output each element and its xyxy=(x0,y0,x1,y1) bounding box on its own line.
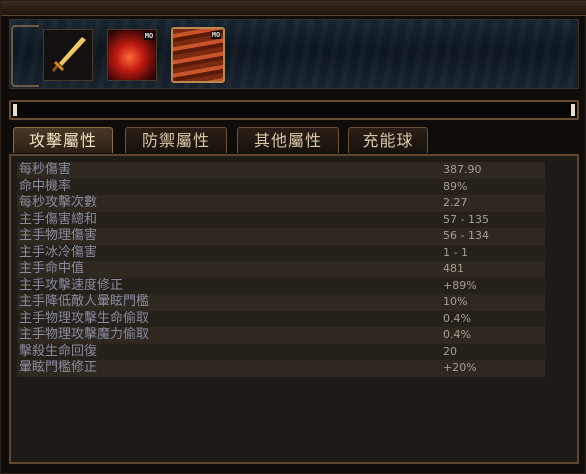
stat-value: 2.27 xyxy=(443,196,468,209)
gem-socket-bar xyxy=(9,100,579,120)
window-top-rim xyxy=(1,1,586,16)
stat-row: 每秒攻擊次數 2.27 xyxy=(17,195,545,212)
stat-label: 主手物理攻擊生命偷取 xyxy=(19,310,150,326)
stat-label: 主手物理攻擊魔力偷取 xyxy=(19,327,150,342)
stat-row: 擊殺生命回復 20 xyxy=(17,343,545,360)
mo-badge: MO xyxy=(144,32,154,40)
character-stats-window: MO MO 攻擊屬性 防禦屬性 其他屬性 充能球 每秒傷害 387.90 命中機率… xyxy=(0,0,586,474)
stat-label: 主手傷害總和 xyxy=(19,211,98,227)
sword-skill-icon[interactable] xyxy=(43,29,93,81)
gem-bar-right-cap xyxy=(571,104,575,116)
stat-row: 每秒傷害 387.90 xyxy=(17,162,545,179)
stat-label: 主手命中值 xyxy=(19,261,85,276)
stat-label: 主手攻擊速度修正 xyxy=(19,277,124,293)
stat-row: 主手命中值 481 xyxy=(17,261,545,278)
stat-value: +89% xyxy=(443,278,477,292)
stat-label: 擊殺生命回復 xyxy=(19,343,98,359)
stat-label: 主手冰冷傷害 xyxy=(19,244,98,260)
stat-value: 89% xyxy=(443,179,468,193)
stat-row: 主手冰冷傷害 1 - 1 xyxy=(17,244,545,261)
stat-value: 10% xyxy=(443,295,468,308)
gem-bar-left-cap xyxy=(13,104,17,116)
stat-row: 主手物理攻擊生命偷取 0.4% xyxy=(17,310,545,327)
stat-row: 命中機率 89% xyxy=(17,178,545,195)
stat-row: 主手降低敵人暈眩門檻 10% xyxy=(17,294,545,311)
stat-row: 主手物理攻擊魔力偷取 0.4% xyxy=(17,327,545,344)
flame-card-skill-icon[interactable]: MO xyxy=(171,27,225,83)
stat-value: 56 - 134 xyxy=(443,229,489,242)
stat-row: 主手物理傷害 56 - 134 xyxy=(17,228,545,245)
stats-list: 每秒傷害 387.90 命中機率 89% 每秒攻擊次數 2.27 主手傷害總和 57 -… xyxy=(17,162,545,377)
stat-value: 1 - 1 xyxy=(443,245,468,259)
stat-value: 0.4% xyxy=(443,328,471,341)
sword-icon xyxy=(52,37,86,72)
tab-defense[interactable]: 防禦屬性 xyxy=(125,127,227,153)
stat-value: 0.4% xyxy=(443,311,471,325)
stat-label: 命中機率 xyxy=(19,178,72,194)
tab-other[interactable]: 其他屬性 xyxy=(237,127,339,153)
stat-value: 481 xyxy=(443,262,464,275)
stat-value: 20 xyxy=(443,344,457,358)
stat-row: 主手攻擊速度修正 +89% xyxy=(17,277,545,294)
fire-skill-icon[interactable]: MO xyxy=(107,29,157,81)
stat-row: 暈眩門檻修正 +20% xyxy=(17,360,545,377)
stat-label: 暈眩門檻修正 xyxy=(19,360,98,375)
stat-label: 每秒傷害 xyxy=(19,162,72,177)
mo-badge: MO xyxy=(211,31,221,39)
stat-label: 主手降低敵人暈眩門檻 xyxy=(19,294,150,309)
stat-value: +20% xyxy=(443,361,477,374)
stat-label: 每秒攻擊次數 xyxy=(19,195,98,210)
stat-label: 主手物理傷害 xyxy=(19,228,98,243)
skill-bar-ornament xyxy=(11,25,39,87)
tab-attack[interactable]: 攻擊屬性 xyxy=(13,127,113,153)
stats-panel: 每秒傷害 387.90 命中機率 89% 每秒攻擊次數 2.27 主手傷害總和 57 -… xyxy=(9,154,579,464)
tab-charges[interactable]: 充能球 xyxy=(348,127,428,153)
stat-value: 57 - 135 xyxy=(443,212,489,226)
skill-bar xyxy=(9,19,579,89)
stat-value: 387.90 xyxy=(443,163,482,176)
stat-row: 主手傷害總和 57 - 135 xyxy=(17,211,545,228)
